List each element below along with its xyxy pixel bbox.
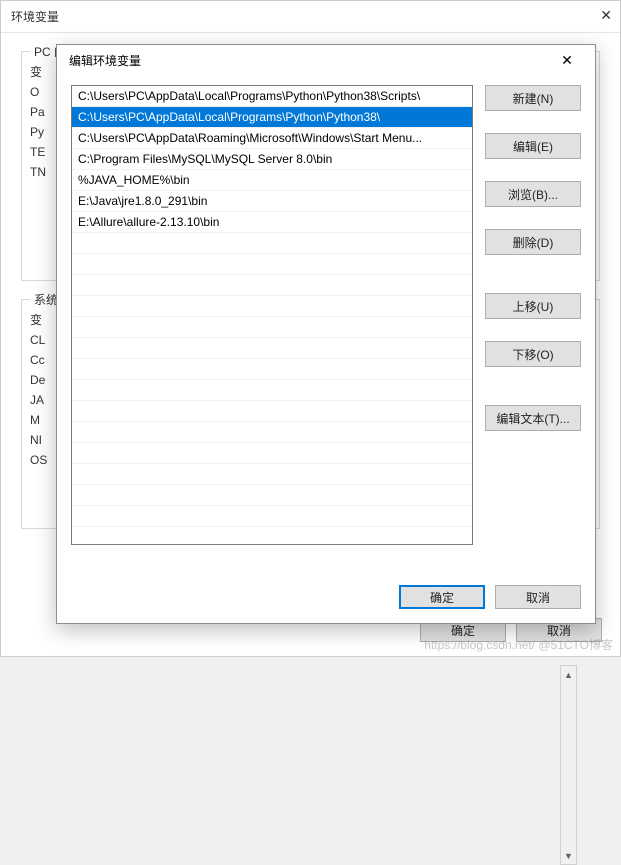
move-up-button[interactable]: 上移(U) bbox=[485, 293, 581, 319]
path-row-empty[interactable] bbox=[72, 464, 472, 485]
path-row[interactable]: C:\Program Files\MySQL\MySQL Server 8.0\… bbox=[72, 149, 472, 170]
path-row[interactable]: C:\Users\PC\AppData\Local\Programs\Pytho… bbox=[72, 107, 472, 128]
close-icon[interactable]: ✕ bbox=[600, 7, 612, 24]
path-row-empty[interactable] bbox=[72, 485, 472, 506]
path-row-empty[interactable] bbox=[72, 359, 472, 380]
path-row[interactable]: %JAVA_HOME%\bin bbox=[72, 170, 472, 191]
modal-content: C:\Users\PC\AppData\Local\Programs\Pytho… bbox=[57, 75, 595, 575]
path-row-empty[interactable] bbox=[72, 233, 472, 254]
path-row[interactable]: E:\Allure\allure-2.13.10\bin bbox=[72, 212, 472, 233]
edit-button[interactable]: 编辑(E) bbox=[485, 133, 581, 159]
path-row[interactable]: C:\Users\PC\AppData\Local\Programs\Pytho… bbox=[72, 86, 472, 107]
scroll-up-icon[interactable]: ▲ bbox=[561, 666, 576, 683]
path-row-empty[interactable] bbox=[72, 338, 472, 359]
path-row[interactable]: C:\Users\PC\AppData\Roaming\Microsoft\Wi… bbox=[72, 128, 472, 149]
modal-cancel-button[interactable]: 取消 bbox=[495, 585, 581, 609]
path-row-empty[interactable] bbox=[72, 254, 472, 275]
modal-close-button[interactable]: ✕ bbox=[547, 46, 587, 74]
path-row-empty[interactable] bbox=[72, 296, 472, 317]
path-row-empty[interactable] bbox=[72, 317, 472, 338]
modal-title: 编辑环境变量 bbox=[69, 52, 141, 69]
path-row[interactable]: E:\Java\jre1.8.0_291\bin bbox=[72, 191, 472, 212]
edit-env-var-dialog: 编辑环境变量 ✕ C:\Users\PC\AppData\Local\Progr… bbox=[56, 44, 596, 624]
path-row-empty[interactable] bbox=[72, 506, 472, 527]
modal-button-row: 确定 取消 bbox=[57, 575, 595, 623]
scrollbar[interactable]: ▲ ▼ bbox=[560, 665, 577, 865]
path-row-empty[interactable] bbox=[72, 443, 472, 464]
path-row-empty[interactable] bbox=[72, 422, 472, 443]
parent-title: 环境变量 bbox=[11, 8, 59, 25]
browse-button[interactable]: 浏览(B)... bbox=[485, 181, 581, 207]
scroll-down-icon[interactable]: ▼ bbox=[561, 847, 576, 864]
parent-titlebar: 环境变量 ✕ bbox=[1, 1, 620, 33]
path-row-empty[interactable] bbox=[72, 401, 472, 422]
modal-ok-button[interactable]: 确定 bbox=[399, 585, 485, 609]
new-button[interactable]: 新建(N) bbox=[485, 85, 581, 111]
modal-titlebar: 编辑环境变量 ✕ bbox=[57, 45, 595, 75]
move-down-button[interactable]: 下移(O) bbox=[485, 341, 581, 367]
path-listbox[interactable]: C:\Users\PC\AppData\Local\Programs\Pytho… bbox=[71, 85, 473, 545]
close-icon: ✕ bbox=[561, 52, 573, 69]
edit-text-button[interactable]: 编辑文本(T)... bbox=[485, 405, 581, 431]
delete-button[interactable]: 删除(D) bbox=[485, 229, 581, 255]
path-row-empty[interactable] bbox=[72, 275, 472, 296]
path-row-empty[interactable] bbox=[72, 380, 472, 401]
side-button-column: 新建(N) 编辑(E) 浏览(B)... 删除(D) 上移(U) 下移(O) 编… bbox=[485, 85, 581, 571]
